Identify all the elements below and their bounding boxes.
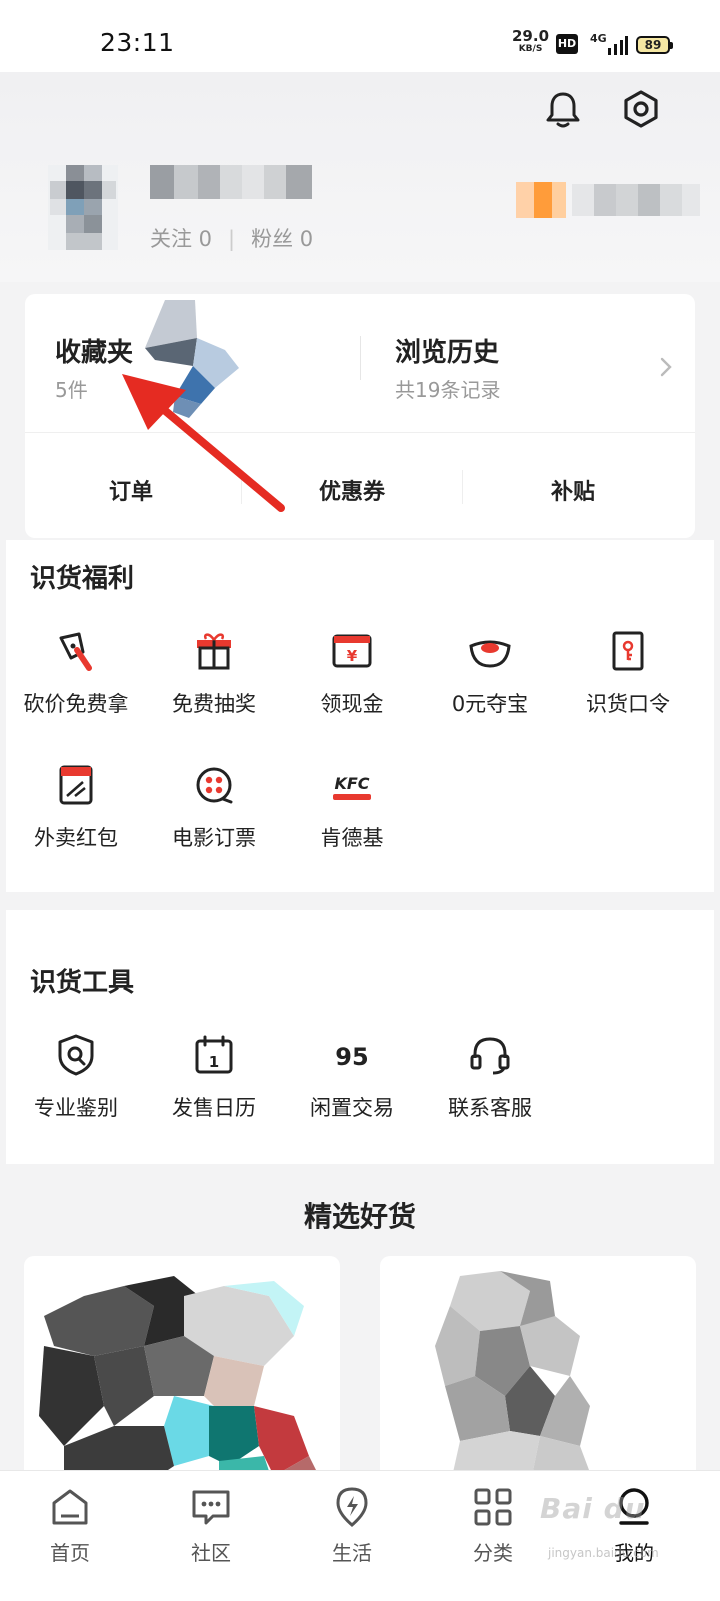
bargain-axe-icon [59, 632, 92, 671]
signal-icon [608, 36, 628, 55]
headset-icon [470, 1037, 510, 1075]
history-count[interactable]: 共19条记录 [395, 374, 500, 403]
network-speed: 29.0 KB/S [512, 29, 549, 56]
tab-label: 社区 [191, 1541, 231, 1565]
tab-community[interactable]: 社区 [161, 1485, 261, 1566]
tab-coupons[interactable]: 优惠券 [319, 474, 385, 506]
bell-icon[interactable] [541, 87, 585, 131]
tool-support[interactable]: 联系客服 [420, 1032, 560, 1122]
benefit-label: 0元夺宝 [451, 692, 529, 716]
chevron-right-icon[interactable] [655, 356, 677, 378]
tools-section: 识货工具 专业鉴别 1 发售日历 95 闲置交易 联系客服 [6, 910, 714, 1164]
tool-authenticate[interactable]: 专业鉴别 [6, 1032, 146, 1122]
gold-ingot-icon [469, 640, 511, 668]
authenticate-icon [58, 1034, 94, 1076]
benefit-label: 肯德基 [320, 826, 384, 850]
follow-stats: 关注 0 | 粉丝 0 [150, 223, 313, 253]
benefit-movie[interactable]: 电影订票 [144, 762, 284, 852]
kfc-logo-text: KFC [334, 774, 369, 793]
favorites-count[interactable]: 5件 [55, 374, 88, 403]
benefit-label: 免费抽奖 [172, 692, 256, 716]
network-type: 4G [590, 32, 607, 45]
gift-icon [197, 633, 231, 670]
secondhand-logo-text: 95 [335, 1043, 368, 1071]
benefit-treasure[interactable]: 0元夺宝 [420, 628, 560, 718]
bottom-tab-bar: 首页 社区 生活 分类 我的 [0, 1470, 720, 1601]
benefit-lottery[interactable]: 免费抽奖 [144, 628, 284, 718]
benefit-bargain[interactable]: 砍价免费拿 [6, 628, 146, 718]
benefit-code[interactable]: 识货口令 [558, 628, 698, 718]
divider [462, 470, 463, 504]
tab-label: 分类 [473, 1541, 513, 1565]
benefits-title: 识货福利 [30, 564, 135, 594]
following-count[interactable]: 关注 0 [150, 227, 212, 251]
benefit-kfc[interactable]: KFC 肯德基 [282, 762, 422, 852]
tool-label: 发售日历 [172, 1096, 256, 1120]
benefit-label: 砍价免费拿 [23, 692, 129, 716]
avatar[interactable] [48, 165, 118, 250]
member-badge-blurred[interactable] [516, 182, 700, 218]
favorites-title[interactable]: 收藏夹 [55, 332, 133, 369]
tab-label: 生活 [332, 1541, 372, 1565]
divider [360, 336, 361, 380]
product-card[interactable] [24, 1256, 340, 1486]
tool-calendar[interactable]: 1 发售日历 [144, 1032, 284, 1122]
benefit-label: 电影订票 [172, 826, 256, 850]
tab-label: 首页 [50, 1541, 90, 1565]
tab-subsidy[interactable]: 补贴 [551, 474, 595, 506]
tool-label: 联系客服 [448, 1096, 532, 1120]
watermark-url: jingyan.baidu.com [548, 1546, 659, 1560]
battery-icon: 89 [636, 36, 673, 54]
benefits-section: 识货福利 砍价免费拿 免费抽奖 ¥ 领现金 0元夺宝 识货口令 外卖红包 电影订… [6, 540, 714, 892]
status-time: 23:11 [100, 28, 175, 57]
tab-life[interactable]: 生活 [302, 1485, 402, 1566]
svg-text:¥: ¥ [347, 647, 358, 665]
red-annotation-arrow [122, 374, 285, 512]
takeout-icon [59, 765, 93, 805]
grid-icon [474, 1488, 512, 1526]
cash-envelope-icon: ¥ [332, 634, 372, 668]
calendar-day-number: 1 [209, 1053, 219, 1071]
benefit-takeout[interactable]: 外卖红包 [6, 762, 146, 852]
history-title[interactable]: 浏览历史 [395, 332, 499, 369]
calendar-icon: 1 [195, 1035, 233, 1074]
watermark: Bai du [540, 1492, 646, 1525]
product-image-blurred [39, 1276, 324, 1486]
key-card-icon [612, 631, 644, 671]
username-blurred [150, 165, 312, 199]
stats-separator: | [228, 227, 236, 251]
tool-secondhand[interactable]: 95 闲置交易 [282, 1032, 422, 1122]
status-bar: 23:11 29.0 KB/S HD 4G 89 [0, 0, 720, 72]
settings-icon[interactable] [619, 87, 663, 131]
secondhand-95-icon: 95 [335, 1043, 368, 1071]
hd-badge: HD [556, 34, 578, 54]
picks-title: 精选好货 [303, 1200, 416, 1233]
lightning-icon [336, 1487, 368, 1527]
tool-label: 闲置交易 [310, 1096, 394, 1120]
tab-category[interactable]: 分类 [443, 1485, 543, 1566]
tool-label: 专业鉴别 [34, 1096, 118, 1120]
chat-icon [192, 1490, 230, 1525]
fans-count[interactable]: 粉丝 0 [251, 227, 313, 251]
benefit-label: 外卖红包 [34, 826, 118, 850]
benefit-cash[interactable]: ¥ 领现金 [282, 628, 422, 718]
benefit-label: 领现金 [320, 692, 384, 716]
product-image-blurred [435, 1271, 595, 1486]
home-icon [52, 1489, 88, 1525]
tools-title: 识货工具 [30, 968, 135, 998]
tab-home[interactable]: 首页 [20, 1485, 120, 1566]
product-card[interactable] [380, 1256, 696, 1486]
film-reel-icon [196, 767, 233, 804]
benefit-label: 识货口令 [586, 692, 670, 716]
kfc-logo-icon: KFC [333, 774, 371, 800]
